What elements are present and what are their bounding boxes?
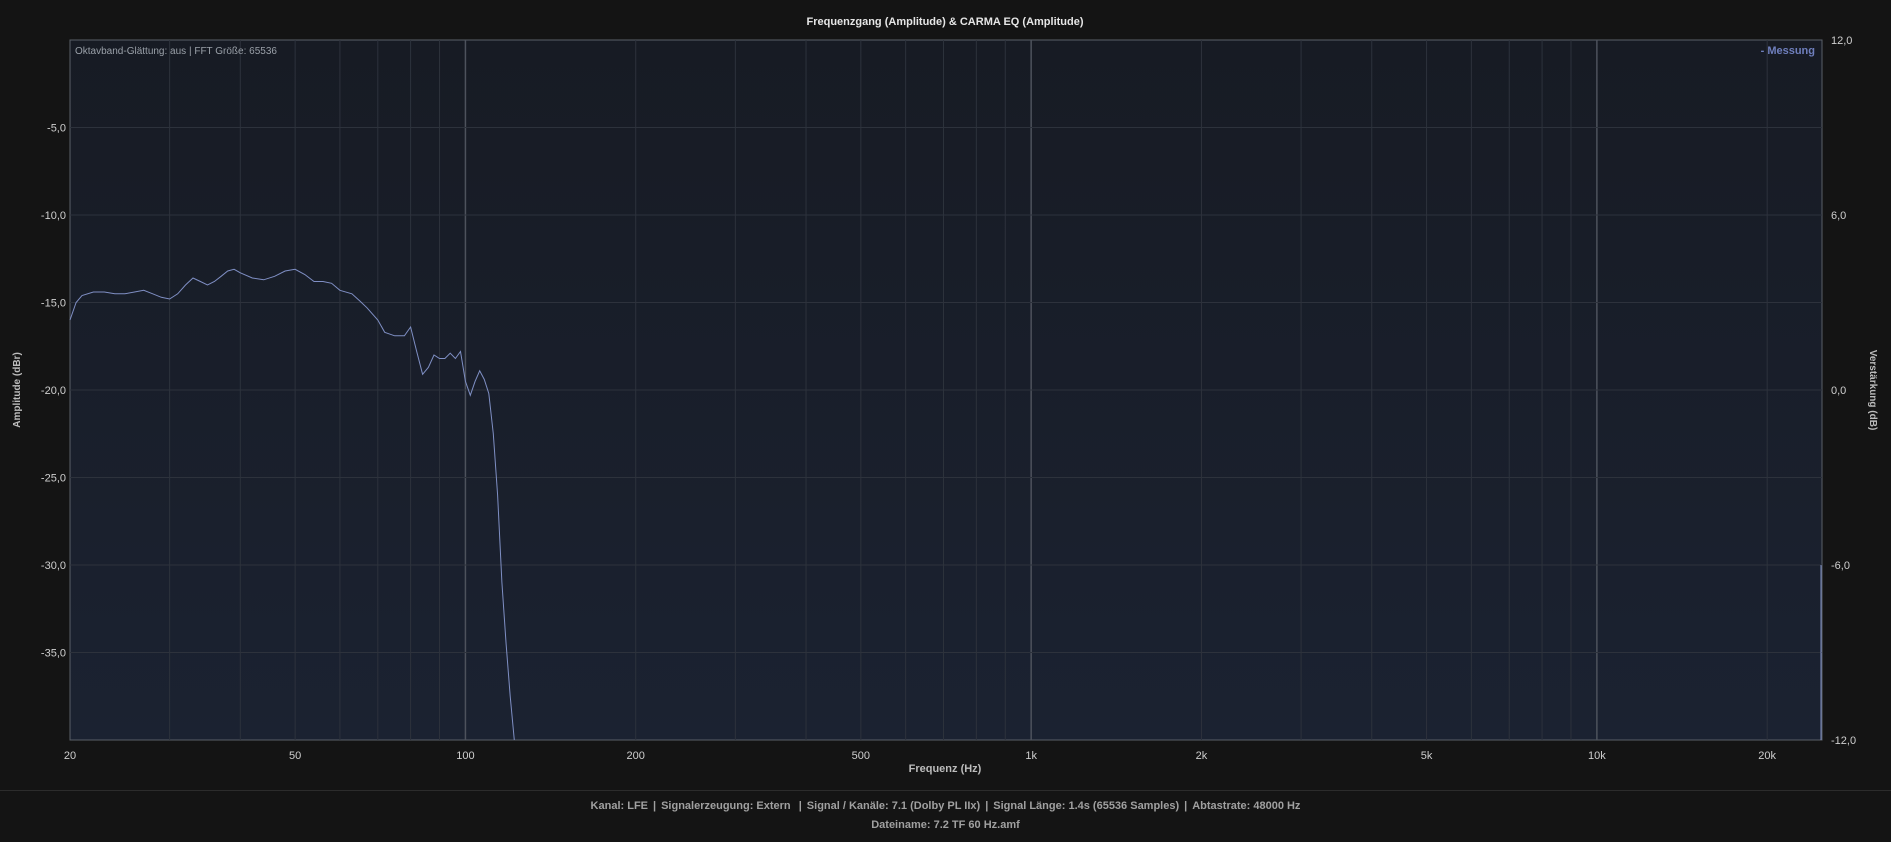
y-tick-label: -35,0 bbox=[41, 648, 66, 660]
status-footer: Kanal: LFE | Signalerzeugung: Extern | Sign… bbox=[0, 790, 1891, 842]
y2-tick-label: -6,0 bbox=[1831, 560, 1850, 572]
x-tick-label: 20k bbox=[1758, 750, 1776, 762]
y-tick-label: -20,0 bbox=[41, 385, 66, 397]
y-tick-label: -25,0 bbox=[41, 473, 66, 485]
x-tick-label: 500 bbox=[852, 750, 870, 762]
x-axis-label: Frequenz (Hz) bbox=[909, 763, 982, 775]
y2-tick-label: 12,0 bbox=[1831, 35, 1852, 47]
y-tick-label: -15,0 bbox=[41, 298, 66, 310]
x-tick-label: 100 bbox=[456, 750, 474, 762]
chart-title: Frequenzgang (Amplitude) & CARMA EQ (Amp… bbox=[806, 16, 1083, 28]
footer-signal-laenge: Signal Länge: 1.4s (65536 Samples) bbox=[993, 800, 1180, 812]
y2-tick-label: 0,0 bbox=[1831, 385, 1846, 397]
footer-filename: Dateiname: 7.2 TF 60 Hz.amf bbox=[871, 819, 1020, 831]
frequency-response-chart: Frequenzgang (Amplitude) & CARMA EQ (Amp… bbox=[12, 16, 1878, 775]
x-tick-label: 50 bbox=[289, 750, 301, 762]
footer-signal-info: Kanal: LFE | Signalerzeugung: Extern | Sign… bbox=[590, 800, 1301, 812]
footer-abtastrate: Abtastrate: 48000 Hz bbox=[1192, 800, 1301, 812]
x-tick-label: 10k bbox=[1588, 750, 1606, 762]
footer-signalerzeugung: Signalerzeugung: Extern bbox=[661, 800, 791, 812]
legend-entry-messung[interactable]: - Messung bbox=[1761, 45, 1815, 57]
chart-annotation: Oktavband-Glättung: aus | FFT Größe: 655… bbox=[75, 46, 277, 57]
y-tick-label: -30,0 bbox=[41, 560, 66, 572]
x-tick-label: 5k bbox=[1421, 750, 1433, 762]
x-tick-label: 20 bbox=[64, 750, 76, 762]
x-tick-label: 200 bbox=[627, 750, 645, 762]
y-tick-label: -5,0 bbox=[47, 123, 66, 135]
footer-signal-kanaele: Signal / Kanäle: 7.1 (Dolby PL IIx) bbox=[806, 800, 981, 812]
x-tick-label: 1k bbox=[1025, 750, 1037, 762]
y2-axis-label: Verstärkung (dB) bbox=[1867, 350, 1878, 431]
y2-tick-label: -12,0 bbox=[1831, 735, 1856, 747]
y2-tick-label: 6,0 bbox=[1831, 210, 1846, 222]
y-tick-label: -10,0 bbox=[41, 210, 66, 222]
x-tick-label: 2k bbox=[1196, 750, 1208, 762]
y-axis-label: Amplitude (dBr) bbox=[12, 352, 23, 428]
footer-kanal: Kanal: LFE bbox=[590, 800, 648, 812]
